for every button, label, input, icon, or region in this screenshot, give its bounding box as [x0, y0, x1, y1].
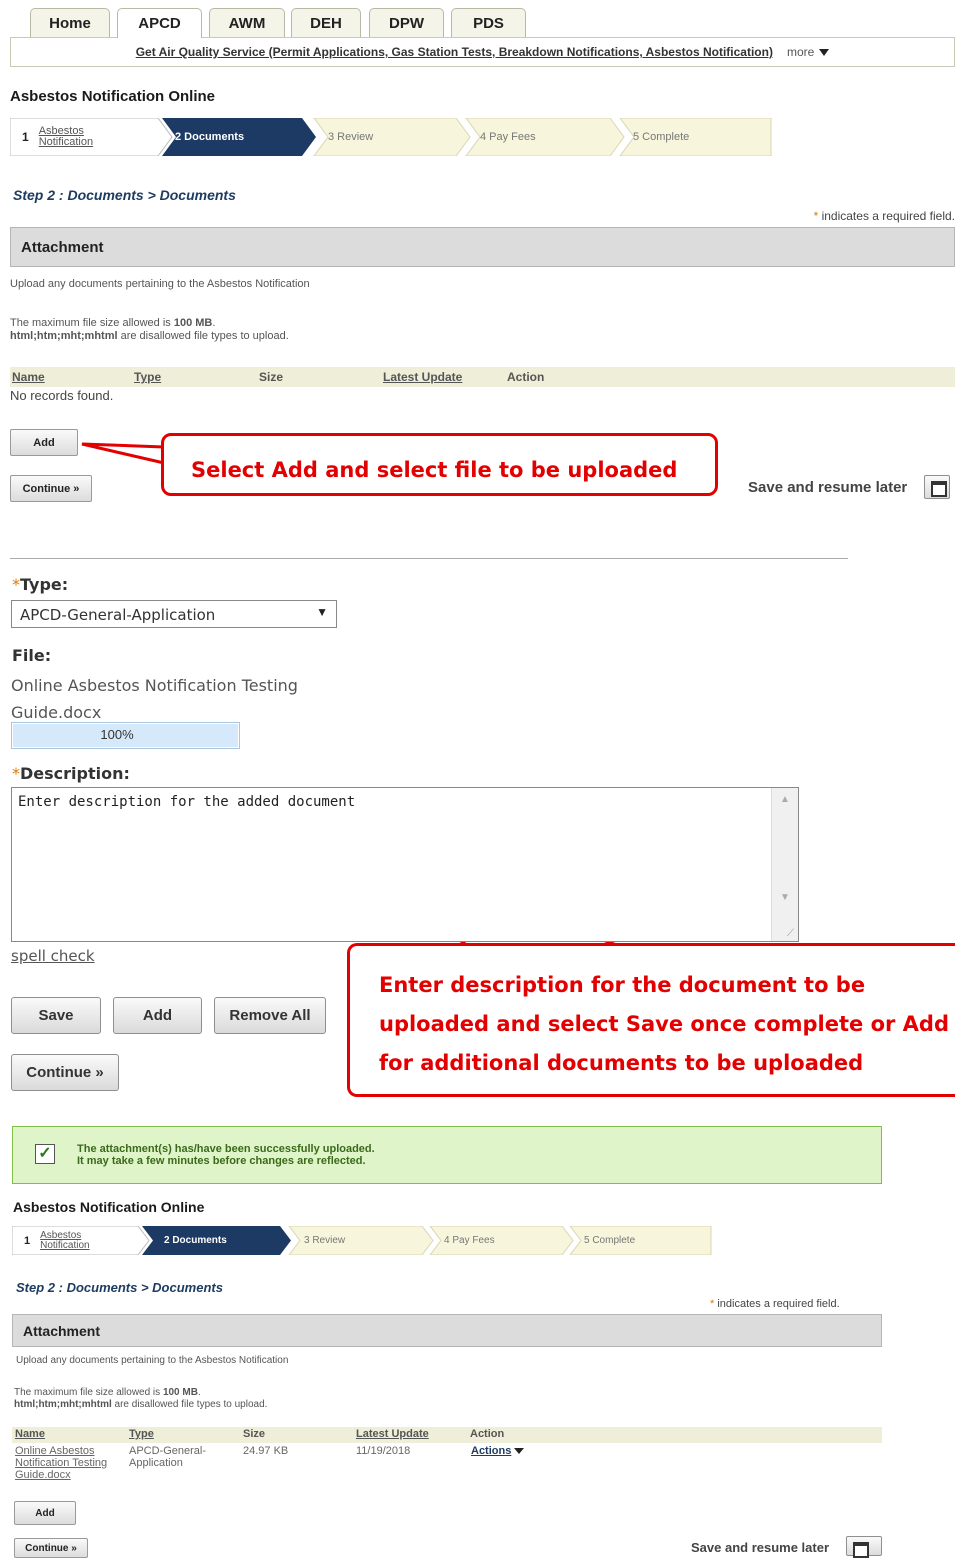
- row-actions-menu[interactable]: Actions: [471, 1445, 525, 1457]
- textarea-scrollbar[interactable]: ▲ ▼: [771, 788, 798, 941]
- page-title-2: Asbestos Notification Online: [13, 1199, 205, 1215]
- caret-down-icon: [514, 1448, 525, 1455]
- step-4-b: 4 Pay Fees: [444, 1235, 495, 1246]
- step-1-b[interactable]: 1 Asbestos Notification: [24, 1226, 90, 1255]
- progress-text: 100%: [100, 727, 134, 742]
- scroll-down-icon[interactable]: ▼: [780, 892, 790, 903]
- upload-instruction-2: Upload any documents pertaining to the A…: [16, 1355, 289, 1366]
- continue-button-2[interactable]: Continue »: [11, 1054, 119, 1091]
- step-indicator-2: 1 Asbestos Notification 2 Documents 3 Rev…: [12, 1226, 712, 1255]
- continue-button-3[interactable]: Continue »: [14, 1538, 88, 1558]
- col-action-2: Action: [470, 1428, 505, 1440]
- description-textarea[interactable]: Enter description for the added document…: [11, 787, 799, 942]
- required-note-2: * indicates a required field.: [710, 1298, 840, 1310]
- add-button-2[interactable]: Add: [14, 1501, 76, 1525]
- attachment-grid-header-2: Name Type Size Latest Update Action: [12, 1427, 882, 1443]
- row-file-name-link[interactable]: Online Asbestos Notification Testing Guide…: [15, 1445, 107, 1481]
- scroll-up-icon[interactable]: ▲: [780, 794, 790, 805]
- row-type: APCD-General- Application: [129, 1445, 207, 1469]
- spell-check-link[interactable]: spell check: [11, 947, 95, 965]
- remove-all-button[interactable]: Remove All: [214, 997, 326, 1034]
- file-name: Online Asbestos Notification Testing Guid…: [11, 676, 298, 722]
- success-message: ✓ The attachment(s) has/have been succes…: [12, 1126, 882, 1184]
- step-3-b: 3 Review: [304, 1235, 346, 1246]
- type-label: *Type:: [12, 575, 69, 594]
- callout-description: Enter description for the document to be…: [347, 943, 955, 1097]
- save-resume-later-2[interactable]: Save and resume later: [691, 1540, 829, 1555]
- step-title-2: Step 2 : Documents > Documents: [16, 1280, 223, 1295]
- checkmark-icon: ✓: [35, 1144, 55, 1164]
- add-another-button[interactable]: Add: [113, 997, 202, 1034]
- col-name-2[interactable]: Name: [15, 1428, 45, 1440]
- col-type-2[interactable]: Type: [129, 1428, 154, 1440]
- description-label: *Description:: [12, 764, 130, 783]
- attachment-header-2: Attachment: [12, 1314, 882, 1347]
- callout-add: Select Add and select file to be uploade…: [161, 433, 718, 496]
- step-2-b: 2 Documents: [164, 1235, 227, 1246]
- upload-progress: 100%: [11, 722, 240, 749]
- file-label: File:: [12, 646, 52, 665]
- description-text: Enter description for the added document: [18, 794, 356, 810]
- save-icon-2[interactable]: [846, 1536, 882, 1558]
- step-5-b: 5 Complete: [584, 1235, 636, 1246]
- file-rules-2: The maximum file size allowed is 100 MB.…: [14, 1387, 268, 1410]
- col-latest-update-2[interactable]: Latest Update: [356, 1428, 429, 1440]
- type-select-value: APCD-General-Application: [20, 606, 216, 624]
- row-size: 24.97 KB: [243, 1445, 289, 1457]
- col-size-2: Size: [243, 1428, 266, 1440]
- table-row: Online Asbestos Notification Testing Guide…: [12, 1443, 882, 1483]
- tab-apcd[interactable]: APCD: [117, 8, 202, 38]
- dropdown-arrow-icon: ▼: [316, 605, 328, 619]
- save-button[interactable]: Save: [11, 997, 101, 1034]
- type-select[interactable]: APCD-General-Application ▼: [11, 600, 337, 628]
- resize-handle-icon[interactable]: ⟋: [787, 928, 794, 939]
- divider: [10, 558, 848, 559]
- row-date: 11/19/2018: [356, 1445, 411, 1457]
